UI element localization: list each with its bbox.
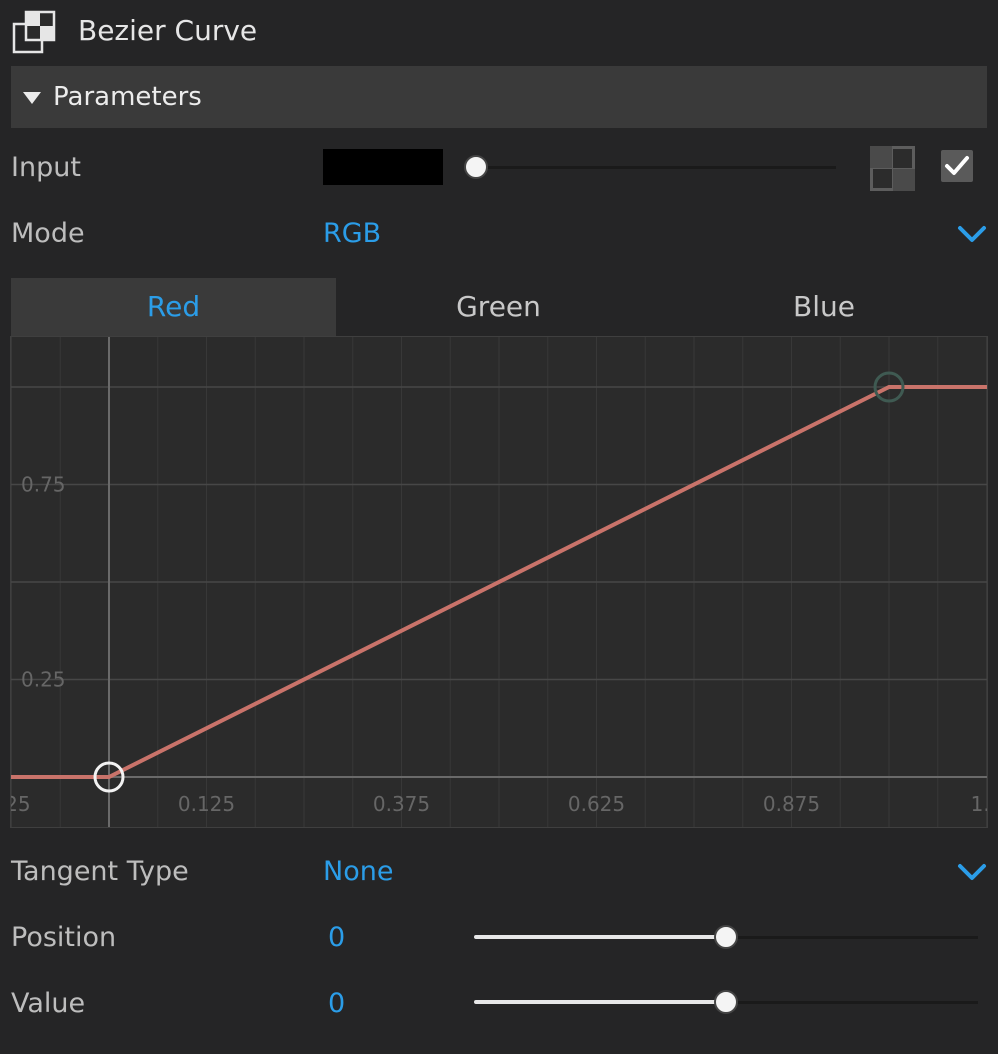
- value-label: Value: [11, 988, 86, 1019]
- position-value[interactable]: 0: [328, 922, 345, 953]
- layers-icon: [12, 10, 56, 54]
- parameters-section-header[interactable]: Parameters: [11, 66, 987, 128]
- checkerboard-icon[interactable]: [870, 146, 915, 191]
- y-tick-label: 0.75: [21, 473, 66, 497]
- position-slider-fill: [474, 935, 726, 939]
- input-enabled-checkbox[interactable]: [941, 150, 973, 182]
- mode-dropdown-value[interactable]: RGB: [323, 218, 381, 249]
- x-tick-label: 0.875: [763, 792, 820, 816]
- position-label: Position: [11, 922, 117, 953]
- chevron-down-icon[interactable]: [957, 862, 987, 882]
- x-tick-label: 0.125: [178, 792, 235, 816]
- node-header: Bezier Curve: [0, 0, 998, 65]
- value-slider-fill: [474, 1000, 726, 1004]
- x-tick-label: 125: [11, 792, 31, 816]
- chevron-down-icon[interactable]: [957, 224, 987, 244]
- x-tick-label: 1.1: [971, 792, 987, 816]
- input-slider-track[interactable]: [466, 166, 836, 169]
- value-value[interactable]: 0: [328, 988, 345, 1019]
- tab-red[interactable]: Red: [11, 278, 336, 336]
- tangent-type-label: Tangent Type: [11, 856, 189, 887]
- collapse-triangle-icon[interactable]: [23, 92, 41, 104]
- tangent-type-dropdown-value[interactable]: None: [323, 856, 393, 887]
- curve-plot[interactable]: 125 0.125 0.375 0.625 0.875 1.1 0.75 0.25: [0, 337, 998, 827]
- channel-tabs: Red Green Blue: [11, 278, 987, 336]
- curve-editor[interactable]: 125 0.125 0.375 0.625 0.875 1.1 0.75 0.25: [0, 336, 998, 828]
- mode-label: Mode: [11, 218, 85, 249]
- value-slider-knob[interactable]: [714, 990, 738, 1014]
- tab-blue[interactable]: Blue: [661, 278, 987, 336]
- input-slider-knob[interactable]: [464, 155, 488, 179]
- position-slider-knob[interactable]: [714, 925, 738, 949]
- checkmark-icon: [945, 156, 969, 175]
- input-color-swatch[interactable]: [323, 149, 443, 185]
- tab-green[interactable]: Green: [336, 278, 661, 336]
- x-tick-label: 0.375: [373, 792, 430, 816]
- node-title: Bezier Curve: [78, 14, 258, 47]
- y-tick-label: 0.25: [21, 668, 66, 692]
- section-label: Parameters: [53, 82, 202, 112]
- input-label: Input: [11, 152, 81, 183]
- x-tick-label: 0.625: [568, 792, 625, 816]
